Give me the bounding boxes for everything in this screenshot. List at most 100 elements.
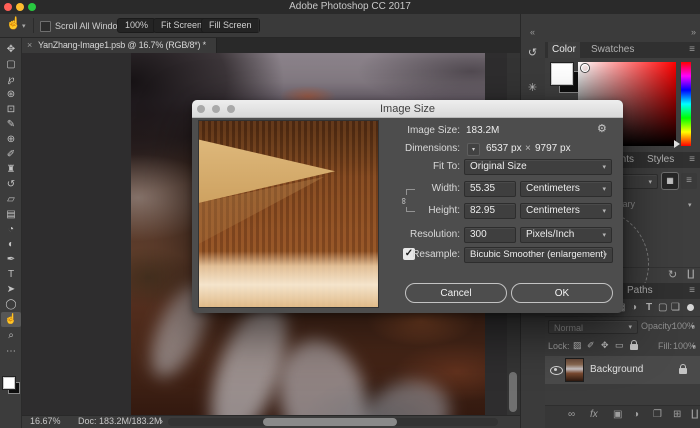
hue-slider[interactable] xyxy=(681,62,691,146)
panel-menu-icon[interactable]: ≡ xyxy=(689,42,695,58)
tool-preset-chevron-icon[interactable]: ▾ xyxy=(22,22,26,30)
height-input[interactable]: 82.95 xyxy=(464,203,516,219)
lock-position-icon[interactable]: ✥ xyxy=(601,340,609,351)
tool-path-selection[interactable]: ➤ xyxy=(0,282,22,297)
tool-crop[interactable]: ⊡ xyxy=(0,102,22,117)
layer-visibility-eye-icon[interactable] xyxy=(550,366,563,375)
link-layers-icon[interactable]: ∞ xyxy=(568,409,575,420)
tool-dodge[interactable]: ◐ xyxy=(0,237,22,252)
height-unit-dropdown[interactable]: Centimeters ▾ xyxy=(520,203,612,219)
grid-view-button[interactable]: ▦ xyxy=(662,173,678,189)
tool-eyedropper[interactable]: ✎ xyxy=(0,117,22,132)
resample-dropdown[interactable]: Bicubic Smoother (enlargement) ▾ xyxy=(464,247,613,263)
panel-menu-icon[interactable]: ≡ xyxy=(689,152,695,168)
tool-blur[interactable]: ◔ xyxy=(0,222,22,237)
chevron-down-icon: ▾ xyxy=(691,323,695,331)
status-chevron-icon[interactable]: › xyxy=(160,415,163,428)
panel-menu-icon[interactable]: ≡ xyxy=(689,283,695,299)
image-size-value: 183.2M xyxy=(466,123,499,139)
width-unit-dropdown[interactable]: Centimeters ▾ xyxy=(520,181,612,197)
collapse-panels-icon[interactable]: » xyxy=(691,27,696,37)
link-dimensions-chain-icon[interactable]: ∞ xyxy=(397,195,411,207)
tool-zoom[interactable]: ⌕ xyxy=(0,328,22,343)
ok-button[interactable]: OK xyxy=(511,283,613,303)
navigator-panel-icon[interactable]: ✳ xyxy=(524,80,541,97)
resolution-input[interactable]: 300 xyxy=(464,227,516,243)
width-input[interactable]: 55.35 xyxy=(464,181,516,197)
fit-to-dropdown[interactable]: Original Size ▾ xyxy=(464,159,612,175)
tab-paths[interactable]: Paths xyxy=(623,283,657,299)
tool-type[interactable]: T xyxy=(0,267,22,282)
tool-eraser[interactable]: ▱ xyxy=(0,192,22,207)
cancel-button[interactable]: Cancel xyxy=(405,283,507,303)
new-group-icon[interactable]: ❐ xyxy=(653,409,662,420)
panel-foreground-swatch[interactable] xyxy=(551,63,573,85)
foreground-color-swatch[interactable] xyxy=(3,377,15,389)
list-view-button[interactable]: ≡ xyxy=(681,173,697,189)
filter-smart-object-icon[interactable]: ❏ xyxy=(671,301,680,315)
tool-history-brush[interactable]: ↺ xyxy=(0,177,22,192)
tab-styles[interactable]: Styles xyxy=(643,152,678,168)
new-layer-icon[interactable]: ⊞ xyxy=(673,409,681,420)
tab-swatches[interactable]: Swatches xyxy=(587,42,638,58)
fill-screen-button[interactable]: Fill Screen xyxy=(201,18,260,33)
history-panel-icon[interactable]: ↺ xyxy=(524,45,541,62)
image-size-dialog: Image Size Image Size: 183.2M ⚙ Dimensio… xyxy=(192,100,623,313)
chevron-down-icon: ▾ xyxy=(602,232,606,240)
lock-label: Lock: xyxy=(548,341,570,351)
dialog-title: Image Size xyxy=(192,100,623,118)
layer-name[interactable]: Background xyxy=(590,356,643,384)
add-layer-mask-icon[interactable]: ▣ xyxy=(613,409,622,420)
tool-quick-selection[interactable]: ⊛ xyxy=(0,87,22,102)
lock-all-icon[interactable] xyxy=(630,344,638,350)
dimensions-times: × xyxy=(525,141,531,157)
vertical-scrollbar-thumb[interactable] xyxy=(509,372,517,412)
layer-locked-icon[interactable] xyxy=(679,368,687,374)
opacity-label: Opacity: xyxy=(641,321,674,331)
tool-shape[interactable]: ◯ xyxy=(0,297,22,312)
filter-adjustment-layers-icon[interactable]: ◑ xyxy=(631,301,637,315)
tool-hand[interactable]: ☝ xyxy=(1,312,21,327)
layer-style-fx-icon[interactable]: fx xyxy=(590,409,598,420)
dialog-title-bar[interactable]: Image Size xyxy=(192,100,623,118)
hue-slider-arrow[interactable] xyxy=(674,140,680,148)
zoom-level-field[interactable]: 16.67% xyxy=(30,415,61,428)
tool-marquee[interactable]: ▢ xyxy=(0,57,22,72)
delete-library-item-icon[interactable]: ∐ xyxy=(687,269,695,280)
tool-clone-stamp[interactable]: ♜ xyxy=(0,162,22,177)
tab-close-icon[interactable]: × xyxy=(27,38,32,53)
tool-lasso[interactable]: ℘ xyxy=(0,72,22,87)
horizontal-scrollbar-thumb[interactable] xyxy=(263,418,397,426)
dimensions-unit-chevron[interactable]: ▾ xyxy=(467,143,480,156)
layer-thumbnail[interactable] xyxy=(566,359,583,381)
chevron-down-icon: ▾ xyxy=(602,208,606,216)
color-picker-marker[interactable] xyxy=(581,64,589,72)
resolution-unit-dropdown[interactable]: Pixels/Inch ▾ xyxy=(520,227,612,243)
tool-spot-healing[interactable]: ⊕ xyxy=(0,132,22,147)
filter-frame-layers-icon[interactable]: ▢ xyxy=(658,301,667,315)
image-size-preview[interactable] xyxy=(198,120,379,308)
lock-transparency-icon[interactable]: ▨ xyxy=(573,340,582,351)
tool-pen[interactable]: ✒ xyxy=(0,252,22,267)
hand-tool-icon[interactable]: ☝ xyxy=(6,16,21,30)
new-adjustment-layer-icon[interactable]: ◑ xyxy=(633,409,639,420)
layer-row-background[interactable]: Background xyxy=(545,356,700,384)
lock-pixels-icon[interactable]: ✐ xyxy=(587,340,595,351)
lock-artboard-icon[interactable]: ▭ xyxy=(615,340,624,351)
tab-color[interactable]: Color xyxy=(548,42,580,58)
document-tab[interactable]: × YanZhang-Image1.psb @ 16.7% (RGB/8*) * xyxy=(22,38,217,53)
delete-layer-icon[interactable]: ∐ xyxy=(691,409,699,420)
tool-move[interactable]: ✥ xyxy=(0,42,22,57)
cloud-sync-icon[interactable]: ↻ xyxy=(668,268,677,281)
tool-brush[interactable]: ✐ xyxy=(0,147,22,162)
tool-edit-toolbar[interactable]: ⋯ xyxy=(0,344,22,359)
width-label: Width: xyxy=(432,181,460,197)
expand-panels-icon[interactable]: « xyxy=(530,27,535,37)
filter-type-layers-icon[interactable]: T xyxy=(646,301,652,315)
tool-gradient[interactable]: ▤ xyxy=(0,207,22,222)
blend-mode-dropdown[interactable]: Normal ▾ xyxy=(548,320,638,334)
dialog-options-gear-icon[interactable]: ⚙ xyxy=(597,122,607,135)
scroll-all-windows-checkbox[interactable] xyxy=(40,21,51,32)
zoom-100-button[interactable]: 100% xyxy=(117,18,156,33)
layer-filter-toggle[interactable] xyxy=(687,304,694,311)
